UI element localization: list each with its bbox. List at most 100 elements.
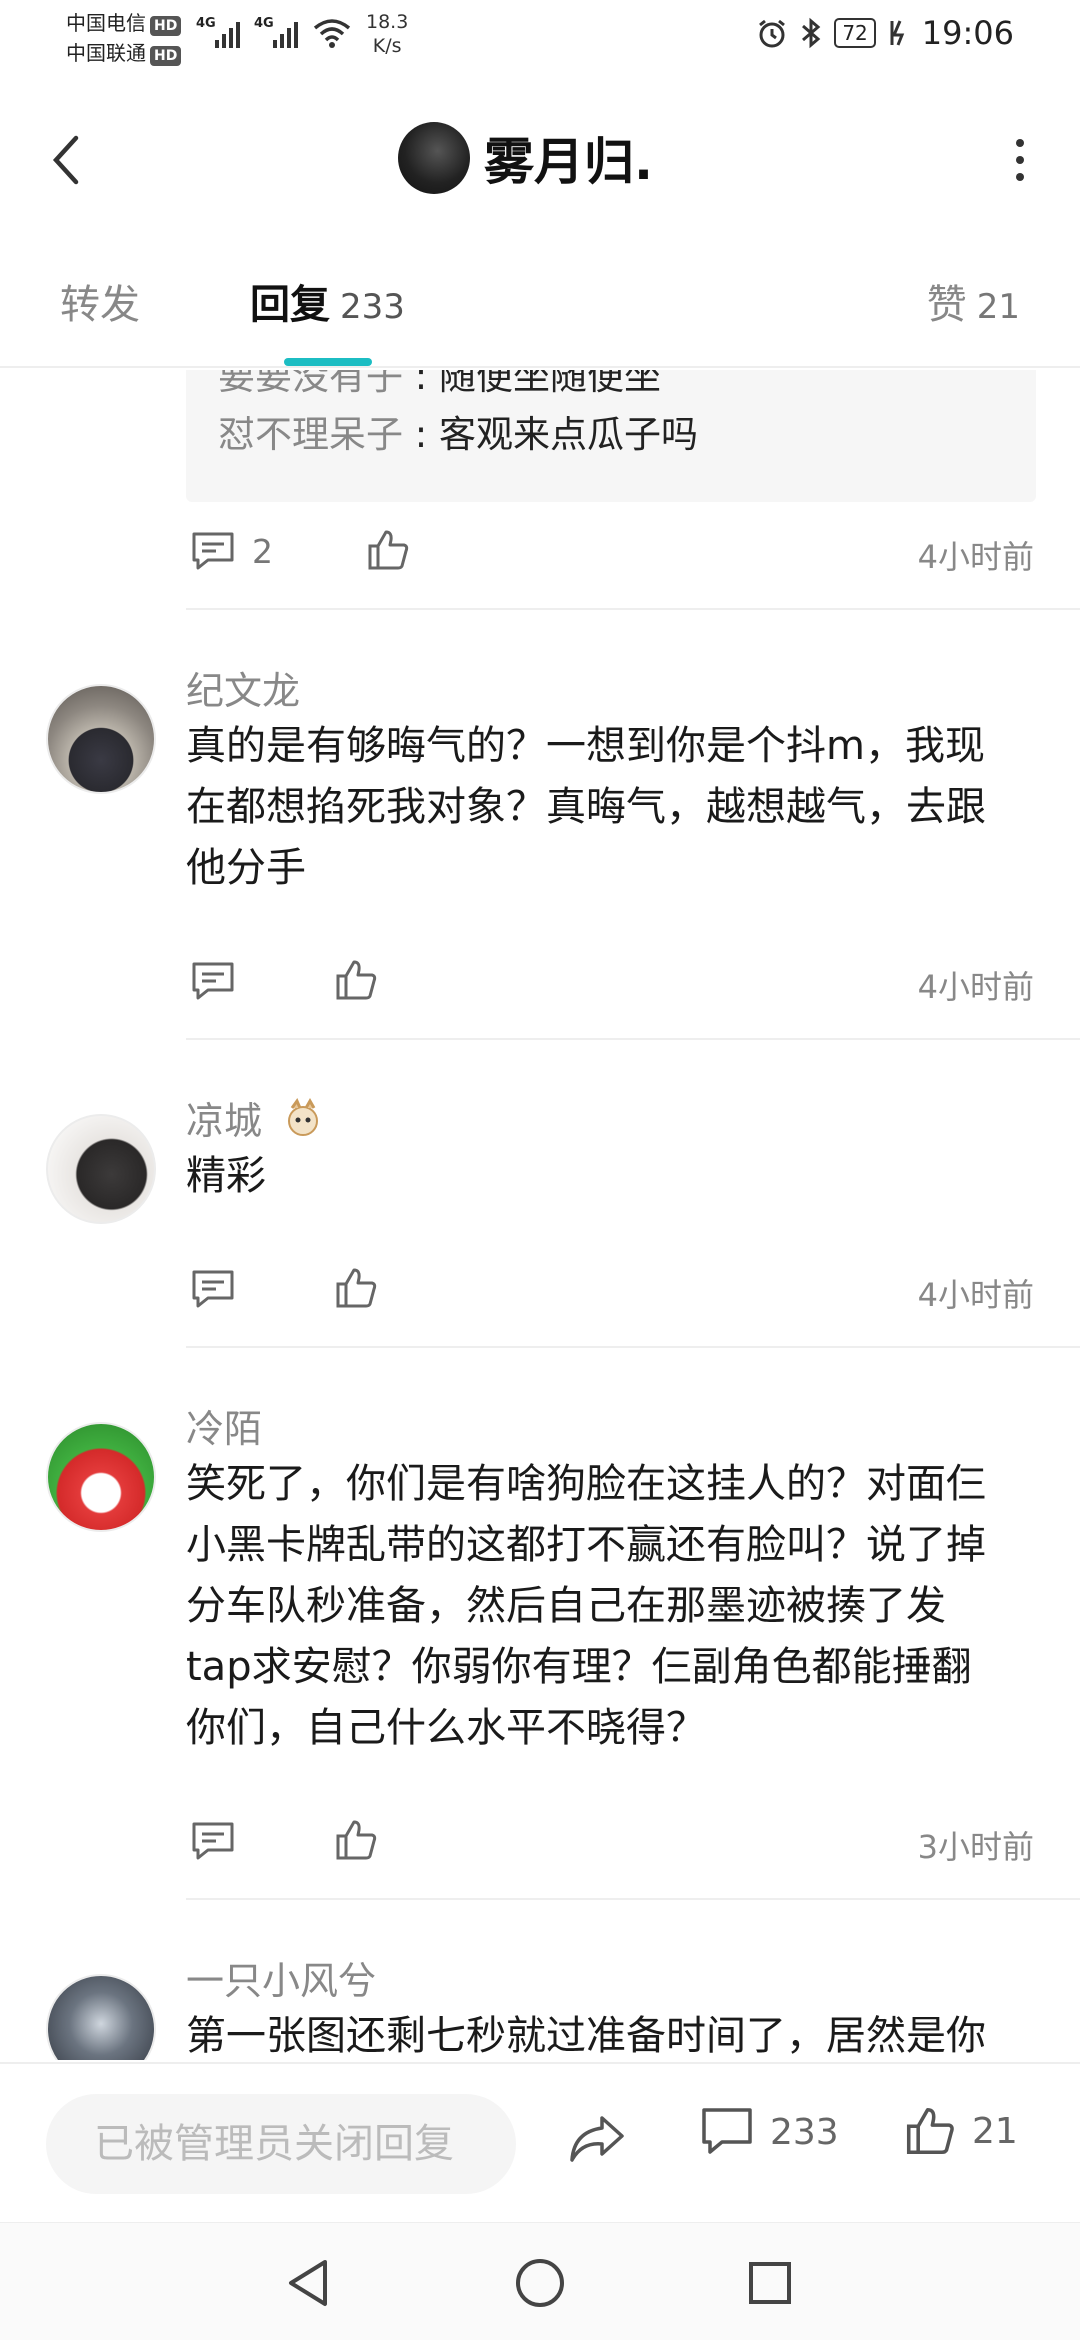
thumbs-up-icon [336,960,377,1000]
comment-actions: 4小时前 [186,952,1036,1012]
tab-like-count: 21 [976,287,1020,327]
wifi-icon [313,19,351,48]
reply-list[interactable]: 要要没有子 : 随便坐随便坐 怼不理呆子 : 客观来点瓜子吗 2 4小时前 纪文… [0,370,1080,2060]
square-recents-icon [749,2262,791,2304]
more-dot-icon [1016,173,1024,181]
triangle-back-icon [289,2260,327,2306]
share-button[interactable] [566,2112,626,2170]
reply-input-disabled: 已被管理员关闭回复 [46,2094,516,2194]
reply-button[interactable] [190,1820,236,1862]
comment-icon [192,1822,234,1860]
nav-home-button[interactable] [510,2253,570,2313]
quoted-replies[interactable]: 要要没有子 : 随便坐随便坐 怼不理呆子 : 客观来点瓜子吗 [186,370,1036,502]
signal-icon: 4G [254,16,298,50]
avatar[interactable] [46,1114,156,1224]
username[interactable]: 冷陌 [186,1398,262,1453]
circle-home-icon [516,2259,564,2307]
page-title: 雾月归. [484,133,653,191]
hd-badge: HD [150,16,182,36]
avatar[interactable] [46,684,156,794]
divider [186,1898,1080,1900]
tab-like[interactable]: 赞 21 [927,272,1020,330]
carrier-1: 中国电信 [66,11,146,35]
nav-recents-button[interactable] [740,2253,800,2313]
comment-text: 第一张图还剩七秒就过准备时间了，居然是你 [186,2013,986,2059]
thumbs-up-icon [906,2107,954,2155]
header: 雾月归. [0,100,1080,220]
like-button[interactable] [366,528,410,576]
hd-badge: HD [150,46,182,66]
reply-button[interactable] [190,960,236,1002]
comment-count: 233 [770,2111,839,2153]
username[interactable]: 凉城 [186,1090,326,1145]
active-tab-indicator [284,358,372,366]
reply-button[interactable] [190,1268,236,1310]
thumbs-up-icon [368,530,409,570]
timestamp: 4小时前 [917,968,1034,1006]
status-bar: 中国电信 HD 中国联通 HD 4G 4G 18.3 K/s 72 19:06 [0,0,1080,80]
bottom-action-bar: 已被管理员关闭回复 233 21 [0,2062,1080,2222]
more-dot-icon [1016,156,1024,164]
comment-icon [192,962,234,1000]
title-group[interactable]: 雾月归. [398,122,653,194]
quoted-reply: 怼不理呆子 : 客观来点瓜子吗 [218,413,698,456]
tab-reply-count: 233 [340,287,405,327]
avatar[interactable] [398,122,470,194]
share-icon [570,2116,624,2162]
carrier-2: 中国联通 [66,41,146,65]
comment-actions: 3小时前 [186,1812,1036,1872]
comment-text: 真的是有够晦气的？一想到你是个抖m，我现 在都想掐死我对象？真晦气，越想越气，去… [186,723,986,891]
signal-group: 4G 4G [196,16,352,50]
like-button[interactable] [334,1266,378,1314]
system-nav-bar [0,2222,1080,2340]
like-button[interactable] [334,1818,378,1866]
badge-icon [288,1097,319,1136]
comment-actions: 4小时前 [186,1260,1036,1320]
carrier-info: 中国电信 HD 中国联通 HD [66,8,182,68]
comment-icon [192,532,234,570]
bluetooth-icon [802,17,821,49]
battery-indicator: 72 [834,18,876,48]
like-count: 21 [972,2110,1018,2152]
comments-button[interactable]: 233 [700,2106,839,2158]
charging-icon [890,20,904,46]
divider [186,1038,1080,1040]
thumbs-up-icon [336,1820,377,1860]
comment-icon [702,2108,752,2154]
comment-text: 笑死了，你们是有啥狗脸在这挂人的？对面仨 小黑卡牌乱带的这都打不赢还有脸叫？说了… [186,1461,986,1751]
tab-repost[interactable]: 转发 [60,272,140,330]
like-button[interactable] [334,958,378,1006]
comment-icon [192,1270,234,1308]
clock: 19:06 [921,14,1014,52]
status-right: 72 19:06 [756,14,1014,52]
comment-actions: 2 4小时前 [186,522,1036,582]
quoted-reply: 要要没有子 : 随便坐随便坐 [218,370,661,398]
alarm-icon [759,19,786,48]
timestamp: 3小时前 [917,1828,1034,1866]
nav-back-button[interactable] [278,2253,338,2313]
avatar[interactable] [46,1422,156,1532]
divider [186,1346,1080,1348]
reply-count: 2 [252,531,273,571]
timestamp: 4小时前 [917,538,1034,576]
timestamp: 4小时前 [917,1276,1034,1314]
like-button[interactable]: 21 [904,2104,1018,2158]
tab-reply[interactable]: 回复 233 [250,272,405,330]
signal-icon: 4G [196,16,240,50]
more-dot-icon [1016,139,1024,147]
username[interactable]: 一只小风兮 [186,1950,376,2005]
username[interactable]: 纪文龙 [186,660,300,715]
tab-bar: 转发 回复 233 赞 21 [0,250,1080,368]
avatar[interactable] [46,1974,156,2060]
tab-repost-label: 转发 [60,282,140,328]
thumbs-up-icon [336,1268,377,1308]
reply-button[interactable]: 2 [190,530,273,572]
more-options-button[interactable] [1000,130,1040,190]
back-button[interactable] [40,128,90,192]
chevron-left-icon [52,135,79,185]
divider [186,608,1080,610]
network-speed: 18.3 K/s [366,11,409,57]
tab-like-label: 赞 [926,282,967,328]
tab-reply-label: 回复 [250,282,330,328]
comment-text: 精彩 [186,1153,266,1199]
